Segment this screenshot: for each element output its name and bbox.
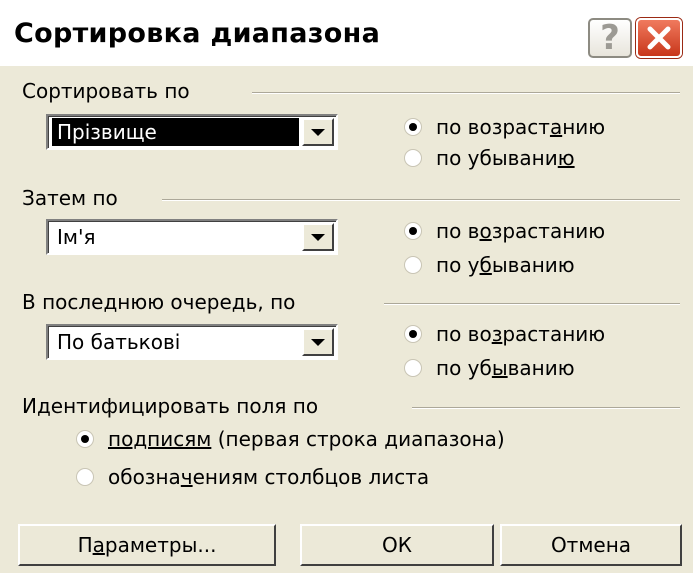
title-bar: Сортировка диапазона ? xyxy=(0,0,693,66)
then-by-dropdown-button[interactable] xyxy=(302,223,334,251)
sort-by-descending-radio[interactable]: по убыванию xyxy=(404,146,575,170)
sort-by-dropdown-button[interactable] xyxy=(302,118,334,146)
chevron-down-icon xyxy=(311,338,325,346)
dialog-title: Сортировка диапазона xyxy=(14,18,381,49)
identify-group-label: Идентифицировать поля по xyxy=(22,394,319,418)
last-by-combo[interactable]: По батькові xyxy=(46,324,338,360)
radio-circle xyxy=(404,359,422,377)
then-by-field-value: Ім'я xyxy=(57,225,96,249)
ok-button-label: ОК xyxy=(382,533,412,557)
then-by-combo[interactable]: Ім'я xyxy=(46,219,338,255)
radio-circle xyxy=(76,468,94,486)
identify-separator xyxy=(412,407,680,409)
then-by-group-label: Затем по xyxy=(22,186,118,210)
then-by-descending-label: по убыванию xyxy=(436,253,575,277)
radio-circle xyxy=(76,430,94,448)
cancel-button[interactable]: Отмена xyxy=(500,524,682,566)
identify-by-labels-radio[interactable]: подписям (первая строка диапазона) xyxy=(76,427,505,451)
help-icon: ? xyxy=(600,18,620,58)
radio-circle xyxy=(404,256,422,274)
close-icon xyxy=(647,26,671,50)
sort-by-field-value: Прізвище xyxy=(52,118,299,146)
then-by-ascending-label: по возрастанию xyxy=(436,219,606,243)
sort-by-separator xyxy=(252,92,680,94)
sort-by-ascending-label: по возрастанию xyxy=(436,115,606,139)
close-button[interactable] xyxy=(636,18,682,58)
radio-circle xyxy=(404,222,422,240)
last-by-group-label: В последнюю очередь, по xyxy=(22,290,296,314)
radio-circle xyxy=(404,325,422,343)
last-by-separator xyxy=(384,303,680,305)
then-by-descending-radio[interactable]: по убыванию xyxy=(404,253,575,277)
last-by-ascending-label: по возрастанию xyxy=(436,322,606,346)
identify-by-labels-label: подписям (первая строка диапазона) xyxy=(108,427,505,451)
then-by-separator xyxy=(162,199,680,201)
last-by-dropdown-button[interactable] xyxy=(302,328,334,356)
chevron-down-icon xyxy=(311,128,325,136)
sort-by-descending-label: по убыванию xyxy=(436,146,575,170)
identify-by-columns-label: обозначениям столбцов листа xyxy=(108,465,430,489)
options-button[interactable]: Параметры... xyxy=(18,524,276,566)
last-by-descending-label: по убыванию xyxy=(436,356,575,380)
help-button[interactable]: ? xyxy=(588,18,632,58)
sort-by-group-label: Сортировать по xyxy=(22,79,190,103)
options-button-label: Параметры... xyxy=(77,533,217,557)
sort-by-ascending-radio[interactable]: по возрастанию xyxy=(404,115,605,139)
radio-circle xyxy=(404,149,422,167)
last-by-ascending-radio[interactable]: по возрастанию xyxy=(404,322,605,346)
cancel-button-label: Отмена xyxy=(550,533,632,557)
radio-circle xyxy=(404,118,422,136)
last-by-field-value: По батькові xyxy=(57,330,181,354)
then-by-ascending-radio[interactable]: по возрастанию xyxy=(404,219,605,243)
last-by-descending-radio[interactable]: по убыванию xyxy=(404,356,575,380)
ok-button[interactable]: ОК xyxy=(300,524,494,566)
identify-by-columns-radio[interactable]: обозначениям столбцов листа xyxy=(76,465,429,489)
chevron-down-icon xyxy=(311,233,325,241)
sort-by-combo[interactable]: Прізвище xyxy=(46,114,338,150)
